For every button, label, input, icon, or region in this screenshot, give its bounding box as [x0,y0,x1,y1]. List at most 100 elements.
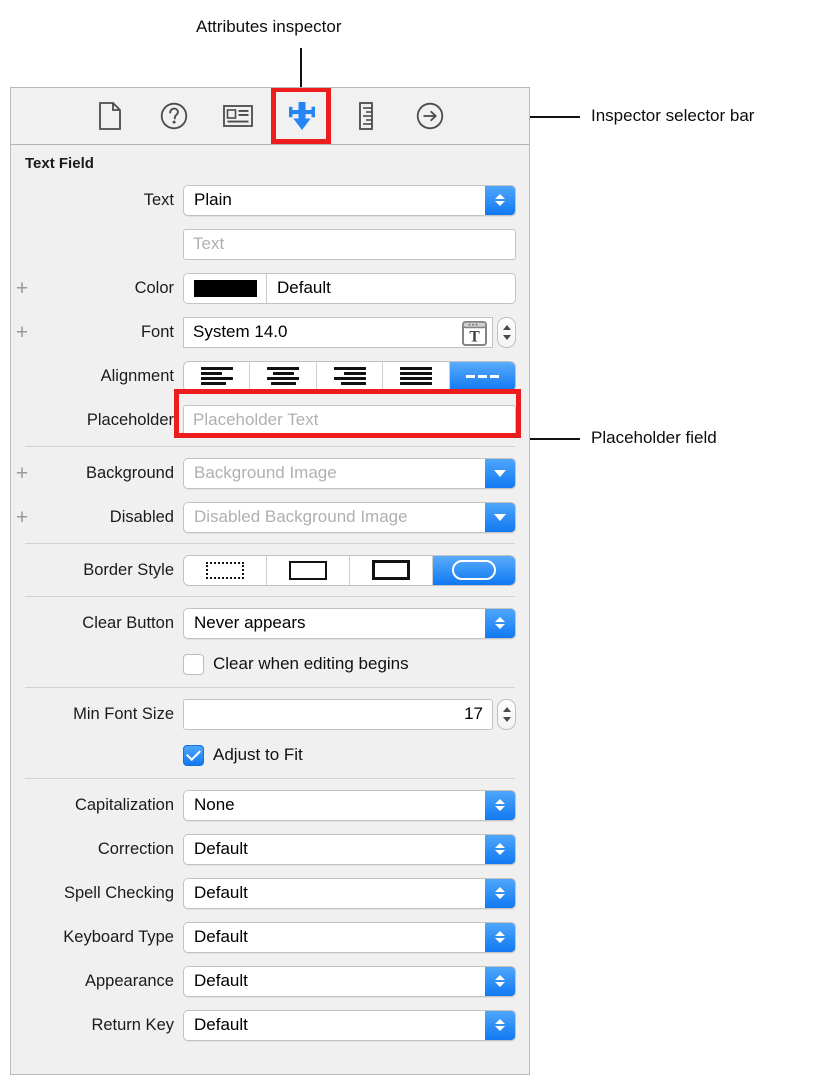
color-swatch-cell[interactable] [184,273,267,303]
color-popup[interactable]: Default [183,272,516,304]
plus-icon-placeholder: + [11,190,33,211]
stepper-arrows-icon[interactable] [485,608,515,638]
plus-icon-placeholder: + [11,613,33,634]
correction-popup[interactable]: Default [183,833,516,865]
border-line-icon[interactable] [267,555,350,585]
plus-icon-placeholder: + [11,971,33,992]
stepper-arrows-icon[interactable] [495,273,515,303]
file-inspector-icon[interactable] [93,99,127,133]
callout-attributes-inspector: Attributes inspector [196,17,342,36]
label-correction: Correction [97,839,174,858]
keyboard-type-value: Default [194,927,248,946]
stepper-arrows-icon[interactable] [485,966,515,996]
control-spell-checking: Default [183,877,516,909]
correction-value: Default [194,839,248,858]
label-spell-checking: Spell Checking [63,883,174,902]
adjust-to-fit-checkbox-row[interactable]: Adjust to Fit [183,744,516,766]
stepper-arrows-icon[interactable] [485,790,515,820]
add-background-variation-button[interactable]: + [11,463,33,484]
return-key-popup[interactable]: Default [183,1009,516,1041]
spell-checking-value: Default [194,883,248,902]
align-right-icon[interactable] [316,361,384,391]
connections-inspector-icon[interactable] [413,99,447,133]
font-input[interactable]: System 14.0 T [183,316,493,351]
control-background: Background Image [183,457,516,489]
row-text-value: + Text [11,222,529,266]
color-value: Default [277,278,331,297]
row-placeholder: + Placeholder Placeholder Text [11,389,529,442]
label-font: Font [140,322,174,341]
row-alignment: + Alignment [11,354,529,398]
capitalization-popup[interactable]: None [183,789,516,821]
plus-icon-placeholder: + [11,654,33,675]
stepper-arrows-icon[interactable] [485,834,515,864]
label-border-style: Border Style [83,560,174,579]
font-picker-button[interactable]: T [462,320,487,351]
disabled-background-image-popup[interactable]: Disabled Background Image [183,501,516,533]
plus-icon-placeholder: + [11,410,33,431]
alignment-segmented-control[interactable] [183,360,516,392]
size-inspector-icon[interactable] [349,99,383,133]
spell-checking-popup[interactable]: Default [183,877,516,909]
control-color: Default [183,272,516,304]
clear-when-editing-checkbox[interactable] [183,653,204,675]
control-correction: Default [183,833,516,865]
label-disabled: Disabled [109,507,174,526]
add-disabled-variation-button[interactable]: + [11,507,33,528]
border-bezel-icon[interactable] [350,555,433,585]
control-appearance: Default [183,965,516,997]
identity-inspector-icon[interactable] [221,99,255,133]
font-size-stepper[interactable] [497,316,516,348]
align-left-icon[interactable] [184,361,251,391]
add-font-variation-button[interactable]: + [11,322,33,343]
attributes-inspector-icon[interactable] [285,99,319,133]
min-font-size-stepper[interactable] [497,698,516,730]
border-none-dotted-icon[interactable] [184,555,267,585]
placeholder-input[interactable]: Placeholder Text [183,404,516,436]
background-image-popup[interactable]: Background Image [183,457,516,489]
row-correction: + Correction Default [11,827,529,871]
quick-help-inspector-icon[interactable] [157,99,191,133]
font-value: System 14.0 [193,322,288,341]
row-clear-button: + Clear Button Never appears [11,601,529,645]
row-adjust-to-fit: + Adjust to Fit [11,736,529,774]
align-justified-icon[interactable] [383,361,450,391]
align-mixed-icon[interactable] [449,361,515,391]
chevron-down-icon[interactable] [485,458,515,488]
plus-icon-placeholder: + [11,704,33,725]
plus-icon-placeholder: + [11,839,33,860]
row-clear-when-editing: + Clear when editing begins [11,645,529,683]
border-style-segmented-control[interactable] [183,554,516,586]
keyboard-type-popup[interactable]: Default [183,921,516,953]
control-clear-when-editing: Clear when editing begins [183,653,516,675]
stepper-arrows-icon[interactable] [485,185,515,215]
plus-icon-placeholder: + [11,883,33,904]
plus-icon-placeholder: + [11,745,33,766]
border-rounded-rect-icon[interactable] [433,555,515,585]
stepper-arrows-icon[interactable] [485,1010,515,1040]
stepper-arrows-icon[interactable] [485,878,515,908]
add-color-variation-button[interactable]: + [11,278,33,299]
stepper-arrows-icon[interactable] [485,922,515,952]
clear-when-editing-checkbox-row[interactable]: Clear when editing begins [183,653,516,675]
label-clear-button: Clear Button [82,613,174,632]
callout-inspector-selector-bar: Inspector selector bar [591,106,755,125]
chevron-down-icon[interactable] [485,502,515,532]
control-adjust-to-fit: Adjust to Fit [183,744,516,766]
color-swatch[interactable] [193,279,257,297]
min-font-size-input[interactable]: 17 [183,698,493,730]
adjust-to-fit-checkbox[interactable] [183,744,204,766]
divider [25,543,515,544]
plus-icon-placeholder: + [11,927,33,948]
clear-button-popup[interactable]: Never appears [183,607,516,639]
capitalization-value: None [194,795,235,814]
row-background: + Background Background Image [11,451,529,495]
text-style-popup[interactable]: Plain [183,184,516,216]
text-value-input[interactable]: Text [183,228,516,260]
label-alignment: Alignment [100,366,174,385]
label-background: Background [85,463,174,482]
control-text-value: Text [183,228,516,260]
appearance-popup[interactable]: Default [183,965,516,997]
control-alignment [183,360,516,392]
align-center-icon[interactable] [250,361,317,391]
